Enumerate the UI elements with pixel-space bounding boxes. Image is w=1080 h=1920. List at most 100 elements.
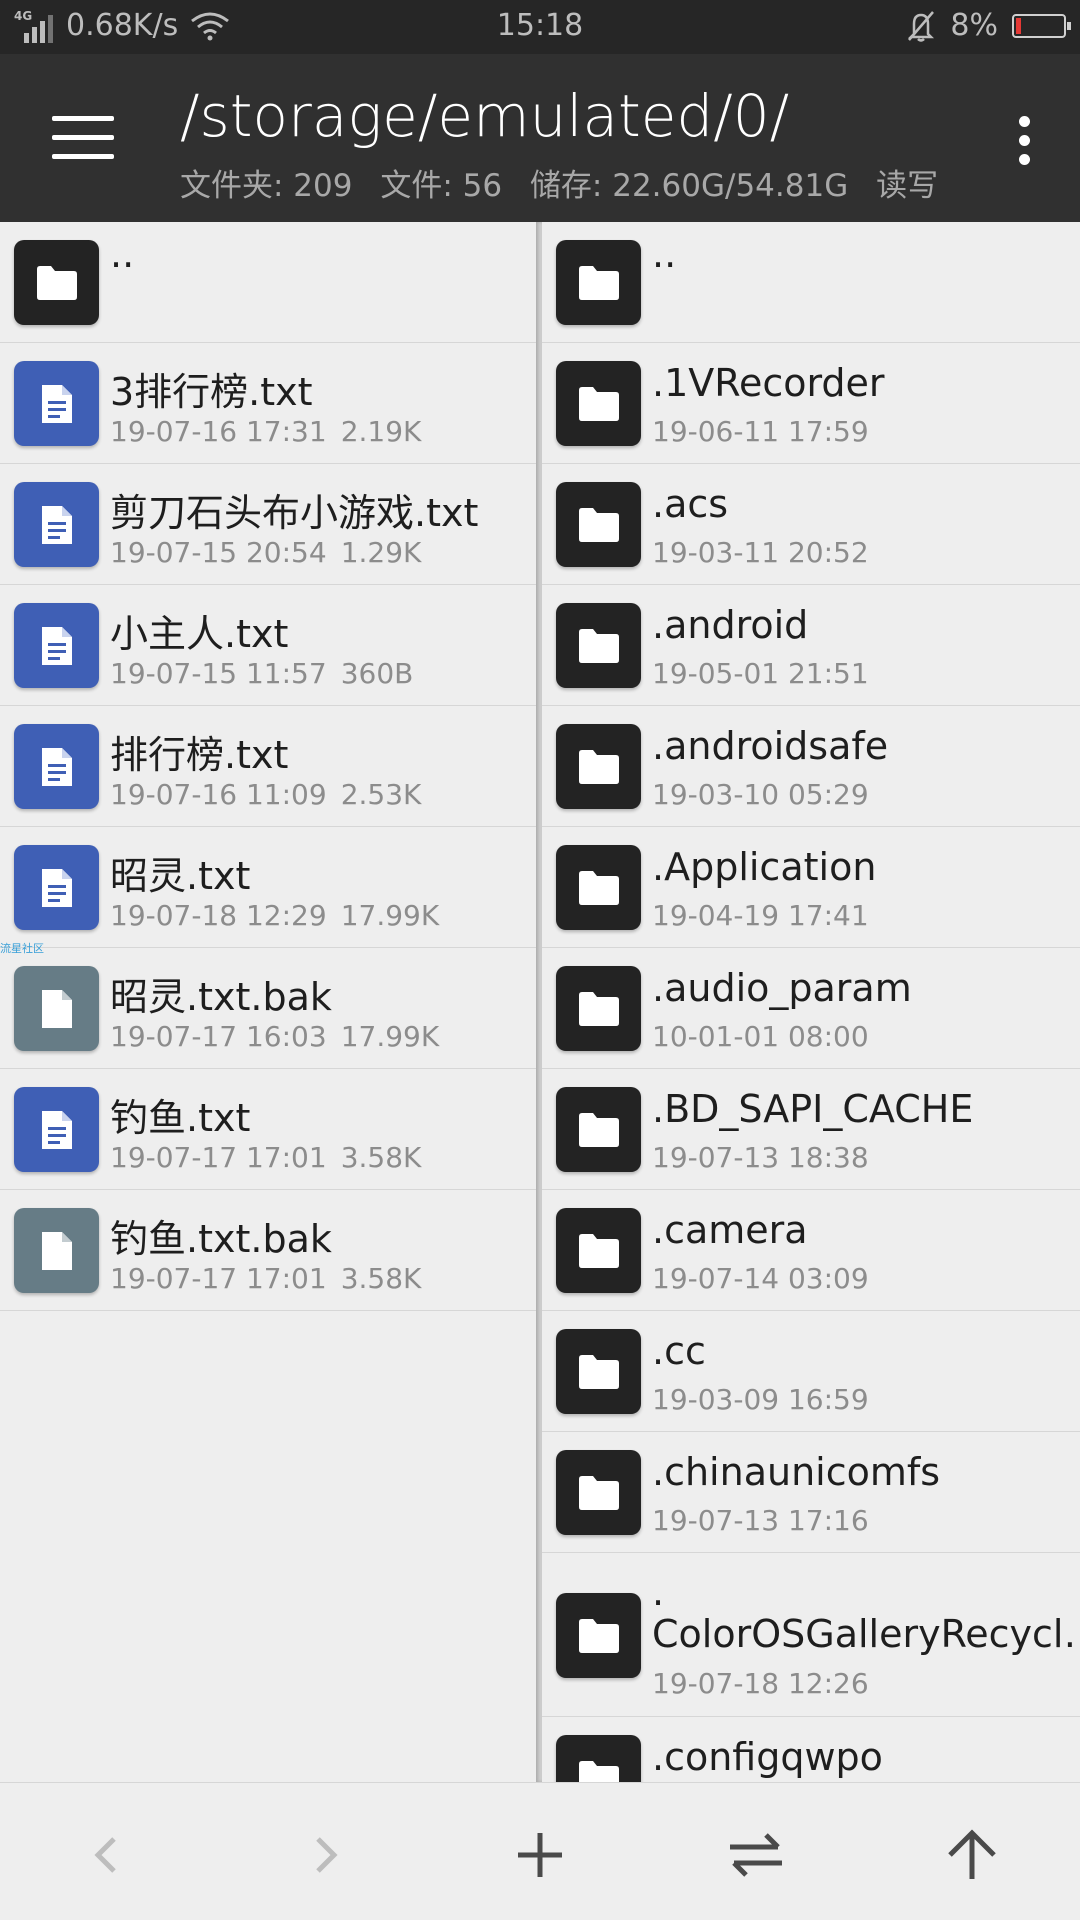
list-item[interactable]: .Application 19-04-19 17:41 xyxy=(542,827,1080,948)
file-name: 剪刀石头布小游戏.txt xyxy=(110,491,479,535)
text-file-icon xyxy=(14,361,99,446)
swap-icon[interactable] xyxy=(716,1815,796,1895)
file-meta: 19-07-16 11:09 2.53K xyxy=(110,778,422,811)
folder-date: 19-07-13 18:38 xyxy=(652,1141,869,1174)
folder-icon xyxy=(556,1593,641,1678)
forward-icon[interactable] xyxy=(284,1815,364,1895)
list-item[interactable]: 剪刀石头布小游戏.txt 19-07-15 20:54 1.29K xyxy=(0,464,536,585)
folder-date: 19-07-18 12:26 xyxy=(652,1667,869,1700)
storage-info: 文件夹: 209 文件: 56 储存: 22.60G/54.81G 读写 xyxy=(180,160,956,205)
list-item[interactable]: .acs 19-03-11 20:52 xyxy=(542,464,1080,585)
more-options-button[interactable] xyxy=(1004,112,1044,168)
current-path: /storage/emulated/0/ xyxy=(180,82,790,150)
left-file-pane[interactable]: .. 3排行榜.txt 19-07-16 17:31 2.19K 剪刀石头布小游戏… xyxy=(0,222,536,1782)
status-bar: 4G 0.68K/s 15:18 8% xyxy=(0,0,1080,54)
folder-icon xyxy=(556,1450,641,1535)
file-name: 钓鱼.txt.bak xyxy=(110,1217,332,1261)
file-icon xyxy=(14,1208,99,1293)
folder-icon xyxy=(556,1329,641,1414)
text-file-icon xyxy=(14,845,99,930)
folder-name: .1VRecorder xyxy=(652,361,885,405)
list-item[interactable]: .android 19-05-01 21:51 xyxy=(542,585,1080,706)
folder-name: .configqwpo xyxy=(652,1735,883,1779)
list-item[interactable]: 流星社区 昭灵.txt.bak 19-07-17 16:03 17.99K xyxy=(0,942,536,1069)
folder-name: .camera xyxy=(652,1208,808,1252)
bottom-toolbar xyxy=(0,1782,1080,1920)
list-item[interactable]: .camera 19-07-14 03:09 xyxy=(542,1190,1080,1311)
folder-count: 文件夹: 209 xyxy=(180,168,353,204)
file-name: 钓鱼.txt xyxy=(110,1096,251,1140)
list-item[interactable]: .1VRecorder 19-06-11 17:59 xyxy=(542,343,1080,464)
folder-icon xyxy=(556,1087,641,1172)
list-item[interactable]: 排行榜.txt 19-07-16 11:09 2.53K xyxy=(0,706,536,827)
file-name: 昭灵.txt.bak xyxy=(110,975,332,1019)
file-name: 排行榜.txt xyxy=(110,733,289,777)
folder-name: .androidsafe xyxy=(652,724,889,768)
right-file-pane[interactable]: .. .1VRecorder 19-06-11 17:59 .acs 19-03… xyxy=(542,222,1080,1782)
folder-icon xyxy=(556,1735,641,1782)
folder-date: 19-05-01 21:51 xyxy=(652,657,869,690)
watermark: 流星社区 xyxy=(0,942,44,955)
folder-icon xyxy=(14,240,99,325)
folder-date: 19-04-19 17:41 xyxy=(652,899,869,932)
list-item[interactable]: .. xyxy=(0,222,536,343)
folder-name: .acs xyxy=(652,482,729,526)
list-item[interactable]: .androidsafe 19-03-10 05:29 xyxy=(542,706,1080,827)
list-item[interactable]: .BD_SAPI_CACHE 19-07-13 18:38 xyxy=(542,1069,1080,1190)
folder-date: 19-07-14 03:09 xyxy=(652,1262,869,1295)
access-mode: 读写 xyxy=(876,168,939,204)
folder-icon xyxy=(556,240,641,325)
battery-icon xyxy=(1012,13,1071,38)
list-item[interactable]: .chinaunicomfs 19-07-13 17:16 xyxy=(542,1432,1080,1553)
list-item[interactable]: 小主人.txt 19-07-15 11:57 360B xyxy=(0,585,536,706)
folder-name: .chinaunicomfs xyxy=(652,1450,941,1494)
folder-date: 19-03-10 05:29 xyxy=(652,778,869,811)
folder-icon xyxy=(556,603,641,688)
back-icon[interactable] xyxy=(68,1815,148,1895)
battery-percent: 8% xyxy=(950,8,998,43)
folder-date: 10-01-01 08:00 xyxy=(652,1020,869,1053)
list-item[interactable]: .. xyxy=(542,222,1080,343)
list-item[interactable]: . ColorOSGalleryRecycl… 19-07-18 12:26 xyxy=(542,1553,1080,1717)
list-item[interactable]: .configqwpo xyxy=(542,1717,1080,1782)
folder-icon xyxy=(556,845,641,930)
menu-button[interactable] xyxy=(52,116,114,160)
list-item[interactable]: 钓鱼.txt 19-07-17 17:01 3.58K xyxy=(0,1069,536,1190)
folder-icon xyxy=(556,966,641,1051)
folder-date: 19-03-11 20:52 xyxy=(652,536,869,569)
file-name: 3排行榜.txt xyxy=(110,370,313,414)
folder-date: 19-06-11 17:59 xyxy=(652,415,869,448)
folder-name: .android xyxy=(652,603,809,647)
file-count: 文件: 56 xyxy=(380,168,503,204)
list-item[interactable]: 昭灵.txt 19-07-18 12:29 17.99K xyxy=(0,827,536,948)
folder-name: .. xyxy=(652,232,677,276)
folder-icon xyxy=(556,724,641,809)
mute-bell-icon xyxy=(908,10,935,42)
list-item[interactable]: .audio_param 10-01-01 08:00 xyxy=(542,948,1080,1069)
folder-date: 19-07-13 17:16 xyxy=(652,1504,869,1537)
folder-name: .audio_param xyxy=(652,966,912,1010)
file-meta: 19-07-18 12:29 17.99K xyxy=(110,899,440,932)
app-bar: /storage/emulated/0/ 文件夹: 209 文件: 56 储存:… xyxy=(0,54,1080,222)
add-icon[interactable] xyxy=(500,1815,580,1895)
file-meta: 19-07-15 20:54 1.29K xyxy=(110,536,422,569)
folder-name: .BD_SAPI_CACHE xyxy=(652,1087,974,1131)
folder-icon xyxy=(556,361,641,446)
file-meta: 19-07-15 11:57 360B xyxy=(110,657,414,690)
storage-usage: 储存: 22.60G/54.81G xyxy=(529,168,849,204)
file-icon xyxy=(14,966,99,1051)
file-meta: 19-07-16 17:31 2.19K xyxy=(110,415,422,448)
folder-name: .Application xyxy=(652,845,877,889)
folder-icon xyxy=(556,1208,641,1293)
list-item[interactable]: .cc 19-03-09 16:59 xyxy=(542,1311,1080,1432)
up-icon[interactable] xyxy=(932,1815,1012,1895)
list-item[interactable]: 3排行榜.txt 19-07-16 17:31 2.19K xyxy=(0,343,536,464)
file-name: 昭灵.txt xyxy=(110,854,251,898)
file-meta: 19-07-17 16:03 17.99K xyxy=(110,1020,440,1053)
folder-date: 19-03-09 16:59 xyxy=(652,1383,869,1416)
text-file-icon xyxy=(14,482,99,567)
folder-icon xyxy=(556,482,641,567)
list-item[interactable]: 钓鱼.txt.bak 19-07-17 17:01 3.58K xyxy=(0,1190,536,1311)
folder-name: . ColorOSGalleryRecycl… xyxy=(652,1571,1072,1655)
text-file-icon xyxy=(14,1087,99,1172)
